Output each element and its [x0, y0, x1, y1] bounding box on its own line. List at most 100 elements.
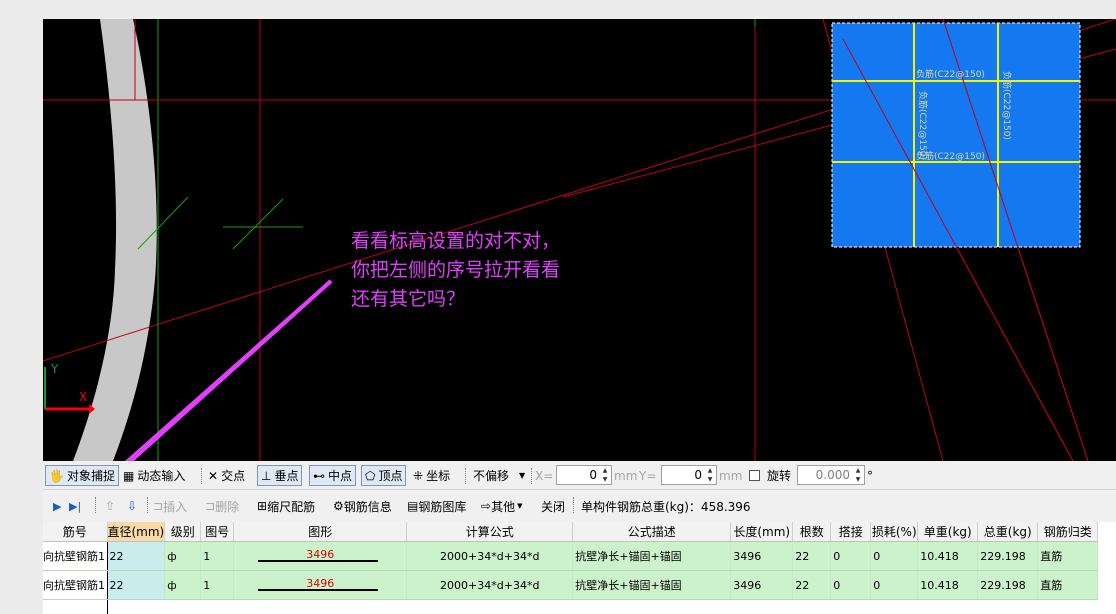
table-cell[interactable]: 0	[870, 541, 919, 571]
last-record-icon[interactable]: ▶|	[69, 497, 81, 515]
table-cell[interactable]: 3496	[233, 570, 408, 600]
y-label: Y=	[639, 468, 657, 483]
x-coordinate-input[interactable]: 0 ▲ ▼	[556, 465, 612, 485]
table-cell[interactable]: 抗壁净长+锚固+锚固	[572, 541, 732, 571]
move-down-icon[interactable]: ⇩	[127, 497, 137, 515]
table-cell[interactable]	[1037, 599, 1099, 614]
other-menu-button[interactable]: ⇨ 其他 ▼	[481, 497, 522, 515]
table-cell[interactable]: 1	[200, 541, 235, 571]
column-header[interactable]: 根数	[792, 522, 832, 542]
table-cell[interactable]: 直筋	[1037, 541, 1099, 571]
cad-drawing-canvas[interactable]: 负筋(C22@150) 负筋(C22@150) 负筋(C22@150) 负筋(C…	[43, 19, 1116, 461]
perpendicular-label: 垂点	[274, 469, 299, 483]
x-label: X=	[535, 468, 554, 483]
table-cell[interactable]: 0	[830, 541, 872, 571]
intersection-button[interactable]: ✕ 交点	[208, 465, 245, 486]
column-header[interactable]: 公式描述	[572, 522, 732, 542]
play-icon[interactable]: ▶	[53, 497, 61, 515]
spinner-arrows-icon[interactable]: ▲ ▼	[600, 466, 610, 484]
table-cell[interactable]	[917, 599, 979, 614]
table-cell[interactable]	[792, 599, 832, 614]
vertex-button[interactable]: ⬠ 顶点	[361, 465, 407, 486]
perpendicular-button[interactable]: ⊥ 垂点	[257, 465, 303, 486]
table-cell[interactable]: 3496	[730, 541, 794, 571]
spinner-arrows-icon[interactable]: ▲ ▼	[853, 466, 863, 484]
table-cell[interactable]: 10.418	[917, 570, 979, 600]
column-header[interactable]: 筋号	[43, 522, 108, 542]
table-cell[interactable]: 0	[830, 570, 872, 600]
object-snap-button[interactable]: 🖐 对象捕捉	[45, 465, 119, 486]
table-cell[interactable]: 向抗壁钢筋1	[43, 541, 108, 571]
column-header[interactable]: 搭接	[830, 522, 872, 542]
column-header[interactable]: 图号	[200, 522, 235, 542]
column-header[interactable]: 计算公式	[406, 522, 574, 542]
rebar-info-button[interactable]: ⚙ 钢筋信息	[333, 497, 392, 515]
column-header[interactable]: 长度(mm)	[730, 522, 794, 542]
dynamic-input-button[interactable]: ▦ 动态输入	[123, 465, 185, 486]
table-cell[interactable]	[977, 599, 1039, 614]
dynamic-input-label: 动态输入	[137, 469, 186, 483]
column-header[interactable]: 级别	[164, 522, 202, 542]
table-cell[interactable]: 10.418	[917, 541, 979, 571]
empty-row[interactable]	[43, 599, 1099, 614]
chevron-down-icon: ▼	[517, 502, 523, 510]
table-cell[interactable]: 3496	[730, 570, 794, 600]
midpoint-button[interactable]: ⊷ 中点	[309, 465, 357, 486]
table-row[interactable]: 向抗壁钢筋1 22 ф 1 3496 2000+34*d+34*d 抗壁净长+锚固+锚固 34…	[43, 541, 1099, 571]
table-cell[interactable]: 2000+34*d+34*d	[406, 541, 574, 571]
table-cell[interactable]: 22	[107, 541, 166, 571]
annotation-text: 看看标高设置的对不对， 你把左侧的序号拉开看看 还有其它吗？	[351, 227, 560, 314]
delete-button[interactable]: ⊐ 删除	[205, 497, 239, 515]
table-cell[interactable]	[406, 599, 574, 614]
table-cell[interactable]: 22	[792, 541, 832, 571]
other-icon: ⇨	[481, 499, 492, 513]
table-cell[interactable]: 向抗壁钢筋1	[43, 570, 108, 600]
table-cell[interactable]	[870, 599, 919, 614]
rotate-angle-input[interactable]: 0.000 ▲ ▼	[797, 465, 865, 485]
rebar-table: 筋号 直径(mm) 级别 图号 图形 计算公式 公式描述 长度(mm) 根数 搭接 损耗(%) 单重(…	[43, 522, 1116, 614]
table-cell[interactable]: 0	[870, 570, 919, 600]
table-cell[interactable]	[200, 599, 235, 614]
column-header[interactable]: 图形	[233, 522, 408, 542]
column-header[interactable]: 单重(kg)	[917, 522, 979, 542]
coordinate-icon: ⁜	[413, 468, 424, 483]
table-row[interactable]: 向抗壁钢筋1 22 ф 1 3496 2000+34*d+34*d 抗壁净长+锚固+锚固 34…	[43, 570, 1099, 600]
close-button[interactable]: 关闭	[541, 497, 565, 515]
table-cell[interactable]	[107, 599, 166, 614]
table-cell[interactable]: ф	[164, 541, 202, 571]
table-cell[interactable]: ф	[164, 570, 202, 600]
scale-rebar-icon: ⊞	[257, 499, 268, 513]
y-coordinate-input[interactable]: 0 ▲ ▼	[661, 465, 717, 485]
table-cell[interactable]	[164, 599, 202, 614]
rebar-library-button[interactable]: ▤ 钢筋图库	[407, 497, 466, 515]
scale-rebar-button[interactable]: ⊞ 缩尺配筋	[257, 497, 315, 515]
coordinate-button[interactable]: ⁜ 坐标	[413, 465, 450, 486]
table-cell[interactable]: 直筋	[1037, 570, 1099, 600]
table-cell[interactable]	[43, 599, 108, 614]
rotate-checkbox[interactable]	[749, 470, 760, 481]
table-cell[interactable]: 2000+34*d+34*d	[406, 570, 574, 600]
green-cross-line-2	[232, 198, 284, 250]
table-cell[interactable]: 229.198	[977, 541, 1039, 571]
vertex-label: 顶点	[378, 469, 403, 483]
midpoint-label: 中点	[328, 469, 353, 483]
move-up-icon[interactable]: ⇧	[105, 497, 115, 515]
table-cell[interactable]: 22	[792, 570, 832, 600]
table-cell[interactable]: 22	[107, 570, 166, 600]
table-cell[interactable]: 1	[200, 570, 235, 600]
table-cell[interactable]	[572, 599, 732, 614]
column-header[interactable]: 总重(kg)	[977, 522, 1039, 542]
table-cell[interactable]	[830, 599, 872, 614]
rebar-label: 负筋(C22@150)	[916, 68, 985, 80]
column-header[interactable]: 损耗(%)	[870, 522, 919, 542]
column-header[interactable]: 直径(mm)	[107, 522, 166, 542]
table-cell[interactable]: 抗壁净长+锚固+锚固	[572, 570, 732, 600]
offset-mode-dropdown[interactable]: 不偏移 ▼	[473, 465, 525, 486]
table-cell[interactable]: 3496	[233, 541, 408, 571]
column-header[interactable]: 钢筋归类	[1037, 522, 1099, 542]
table-cell[interactable]	[233, 599, 408, 614]
spinner-arrows-icon[interactable]: ▲ ▼	[705, 466, 715, 484]
table-cell[interactable]	[730, 599, 794, 614]
table-cell[interactable]: 229.198	[977, 570, 1039, 600]
insert-button[interactable]: ⊐ 插入	[153, 497, 187, 515]
